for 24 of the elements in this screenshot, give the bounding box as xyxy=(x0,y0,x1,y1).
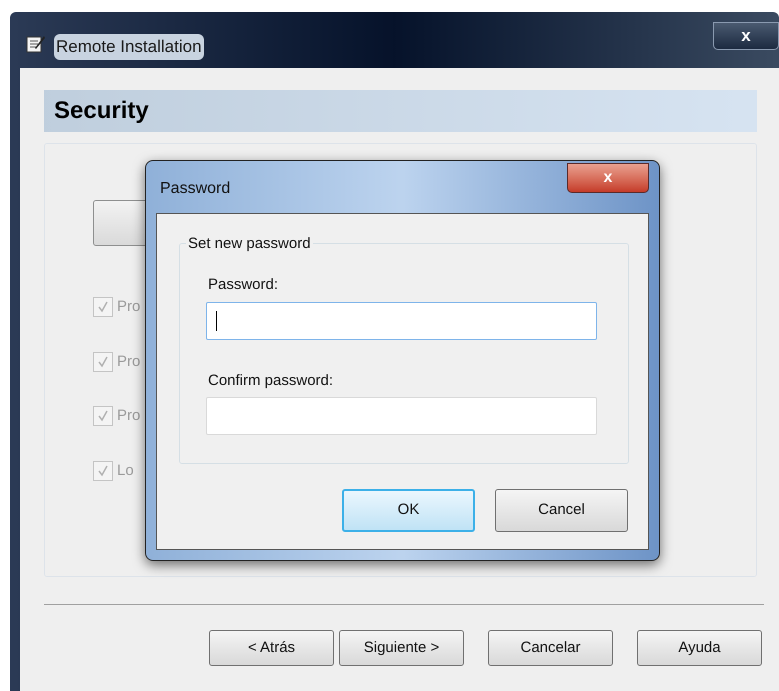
dialog-title: Password xyxy=(160,179,230,199)
checkbox-label: Pro xyxy=(117,352,140,372)
checkmark-icon xyxy=(97,464,109,477)
input-field[interactable] xyxy=(206,302,597,340)
field-label: Password: xyxy=(208,275,280,295)
dialog-button[interactable]: Cancel xyxy=(495,489,628,532)
field-label: Confirm password: xyxy=(208,370,334,390)
wizard-button[interactable]: Ayuda xyxy=(637,630,762,666)
checkmark-icon xyxy=(97,410,109,422)
checkmark-icon xyxy=(97,301,109,314)
wizard-button[interactable]: Cancelar xyxy=(488,630,613,666)
window-title: Remote Installation xyxy=(54,34,204,60)
checkbox-label: Lo xyxy=(117,460,134,480)
wizard-button[interactable]: < Atrás xyxy=(209,630,334,666)
checkmark-icon xyxy=(97,356,109,368)
notepad-pen-icon xyxy=(26,34,46,54)
dialog-button[interactable]: OK xyxy=(342,489,475,532)
section-title: Security xyxy=(54,96,149,126)
close-button[interactable]: x xyxy=(713,22,779,50)
wizard-button[interactable]: Siguiente > xyxy=(339,630,464,666)
checkbox-label: Pro xyxy=(117,297,140,317)
text-cursor xyxy=(216,310,217,330)
input-field[interactable] xyxy=(206,397,597,435)
checkbox-label: Pro xyxy=(117,406,140,426)
